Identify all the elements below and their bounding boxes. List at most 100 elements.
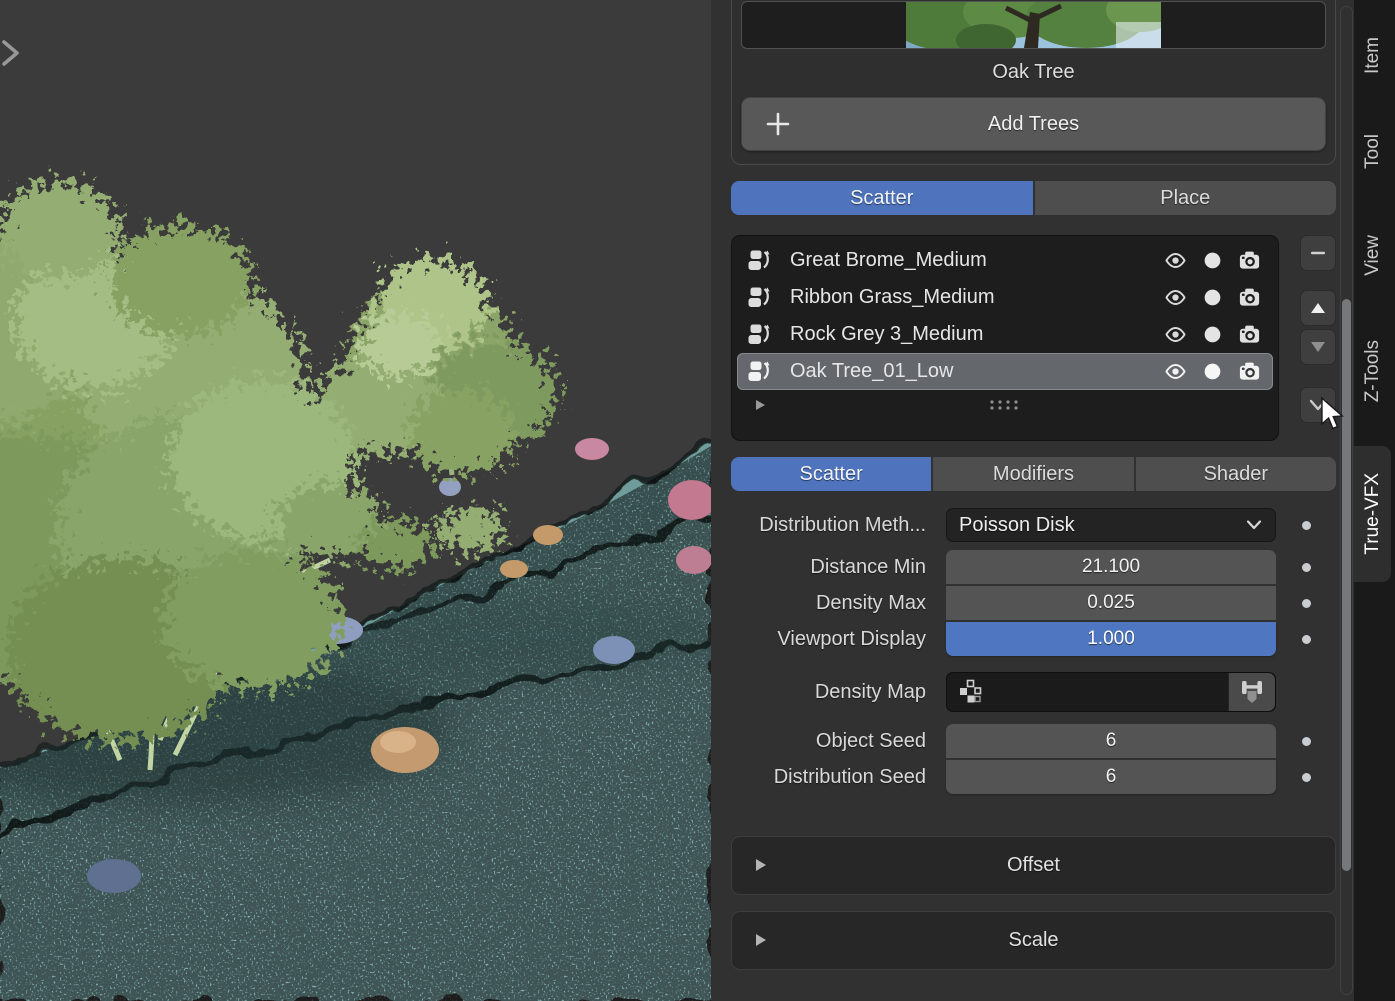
list-item[interactable]: Great Brome_Medium [737,242,1273,279]
property-row-object-seed: Object Seed 6 [731,724,1336,758]
panel-scrollbar-track[interactable] [1340,6,1353,995]
tab-scatter-mode[interactable]: Scatter [731,181,1033,215]
property-label: Distribution Seed [731,766,946,789]
eye-visibility-icon[interactable] [1164,360,1187,383]
truevfx-sidebar-panel: Oak Tree Add Trees Scatter Place Great B… [711,0,1340,1001]
viewport-3d-scene [0,0,711,1001]
move-item-down-button[interactable] [1300,329,1336,365]
plus-icon [764,110,792,144]
tree-name-label: Oak Tree [741,61,1326,84]
camera-render-icon[interactable] [1238,323,1261,346]
dropdown-value: Poisson Disk [959,514,1075,537]
property-row-viewport-display: Viewport Display 1.000 [731,622,1336,656]
tab-tool[interactable]: Tool [1354,120,1391,182]
camera-render-icon[interactable] [1238,286,1261,309]
list-item[interactable]: Ribbon Grass_Medium [737,279,1273,316]
section-tabs: Scatter Modifiers Shader [731,457,1336,491]
eye-visibility-icon[interactable] [1164,286,1187,309]
property-row-density-map: Density Map [731,672,1336,712]
property-label: Density Map [731,681,946,704]
animate-property-dot[interactable] [1302,635,1311,644]
tab-item[interactable]: Item [1354,16,1391,94]
camera-render-icon[interactable] [1238,249,1261,272]
eye-visibility-icon[interactable] [1164,249,1187,272]
property-row-distribution-method: Distribution Meth... Poisson Disk [731,508,1336,542]
scatter-properties: Distribution Meth... Poisson Disk Distan… [731,508,1336,794]
chevron-right-icon [0,38,22,68]
animate-property-dot[interactable] [1302,521,1311,530]
panel-scrollbar-handle[interactable] [1342,299,1351,871]
list-side-buttons [1300,235,1336,441]
new-texture-icon [1239,678,1265,706]
object-seed-field[interactable]: 6 [946,724,1276,758]
triangle-down-icon [1309,340,1327,354]
blender-window: { "colors": { "accent_blue": "#4f74bd", … [0,0,1395,1001]
selectable-dot-icon[interactable] [1201,360,1224,383]
list-item-controls [1164,249,1261,272]
viewport-3d[interactable] [0,0,711,1001]
list-item-selected[interactable]: Oak Tree_01_Low [737,353,1273,390]
animate-property-dot[interactable] [1302,599,1311,608]
list-item-name: Ribbon Grass_Medium [790,286,1164,309]
tab-modifiers-section[interactable]: Modifiers [933,457,1133,491]
add-trees-label: Add Trees [988,113,1079,136]
density-map-texture-selector[interactable] [946,672,1276,712]
selectable-dot-icon[interactable] [1201,249,1224,272]
tab-scatter-section[interactable]: Scatter [731,457,931,491]
property-row-distance-min: Distance Min 21.100 [731,550,1336,584]
distribution-seed-field[interactable]: 6 [946,760,1276,794]
triangle-up-icon [1309,301,1327,315]
mode-tabs: Scatter Place [731,181,1336,215]
offset-panel-header[interactable]: Offset [731,836,1336,895]
tab-z-tools[interactable]: Z-Tools [1354,322,1391,420]
property-label: Density Max [731,592,946,615]
add-trees-button[interactable]: Add Trees [741,97,1326,151]
list-item-controls [1164,360,1261,383]
distance-min-field[interactable]: 21.100 [946,550,1276,584]
property-label: Distribution Meth... [731,514,946,537]
scale-panel-label: Scale [1008,929,1058,952]
scatter-item-list: Great Brome_Medium Ribbon Grass_Medium [731,235,1279,441]
density-max-field[interactable]: 0.025 [946,586,1276,620]
texture-checker-icon [957,679,983,705]
resize-grip-icon[interactable] [988,399,1022,411]
object-instance-icon [747,285,773,311]
move-item-up-button[interactable] [1300,290,1336,326]
remove-item-button[interactable] [1300,235,1336,271]
list-item-name: Great Brome_Medium [790,249,1164,272]
viewport-display-field[interactable]: 1.000 [946,622,1276,656]
new-texture-button[interactable] [1228,673,1275,711]
list-footer [737,392,1273,418]
list-item-controls [1164,323,1261,346]
list-item-name: Oak Tree_01_Low [790,360,1164,383]
minus-icon [1309,244,1327,262]
list-item-name: Rock Grey 3_Medium [790,323,1164,346]
scatter-list-wrap: Great Brome_Medium Ribbon Grass_Medium [731,235,1336,441]
property-label: Distance Min [731,556,946,579]
list-item[interactable]: Rock Grey 3_Medium [737,316,1273,353]
tab-true-vfx[interactable]: True-VFX [1354,446,1391,582]
eye-visibility-icon[interactable] [1164,323,1187,346]
property-row-density-max: Density Max 0.025 [731,586,1336,620]
tab-place-mode[interactable]: Place [1035,181,1337,215]
selectable-dot-icon[interactable] [1201,286,1224,309]
animate-property-dot[interactable] [1302,563,1311,572]
animate-property-dot[interactable] [1302,737,1311,746]
sidebar-expand-toggle[interactable] [0,36,26,70]
filter-expand-icon[interactable] [753,398,767,412]
tab-view[interactable]: View [1354,218,1391,292]
chevron-down-icon [1308,398,1328,412]
tree-preview-thumbnail[interactable] [741,1,1326,49]
tree-preview-panel: Oak Tree Add Trees [731,0,1336,165]
scale-panel-header[interactable]: Scale [731,911,1336,970]
offset-panel-label: Offset [1007,854,1060,877]
distribution-method-dropdown[interactable]: Poisson Disk [946,508,1276,542]
collapsed-arrow-icon [754,857,768,873]
tab-shader-section[interactable]: Shader [1136,457,1336,491]
camera-render-icon[interactable] [1238,360,1261,383]
list-extra-menu-button[interactable] [1300,387,1336,423]
property-label: Viewport Display [731,628,946,651]
animate-property-dot[interactable] [1302,773,1311,782]
selectable-dot-icon[interactable] [1201,323,1224,346]
object-instance-icon [747,248,773,274]
